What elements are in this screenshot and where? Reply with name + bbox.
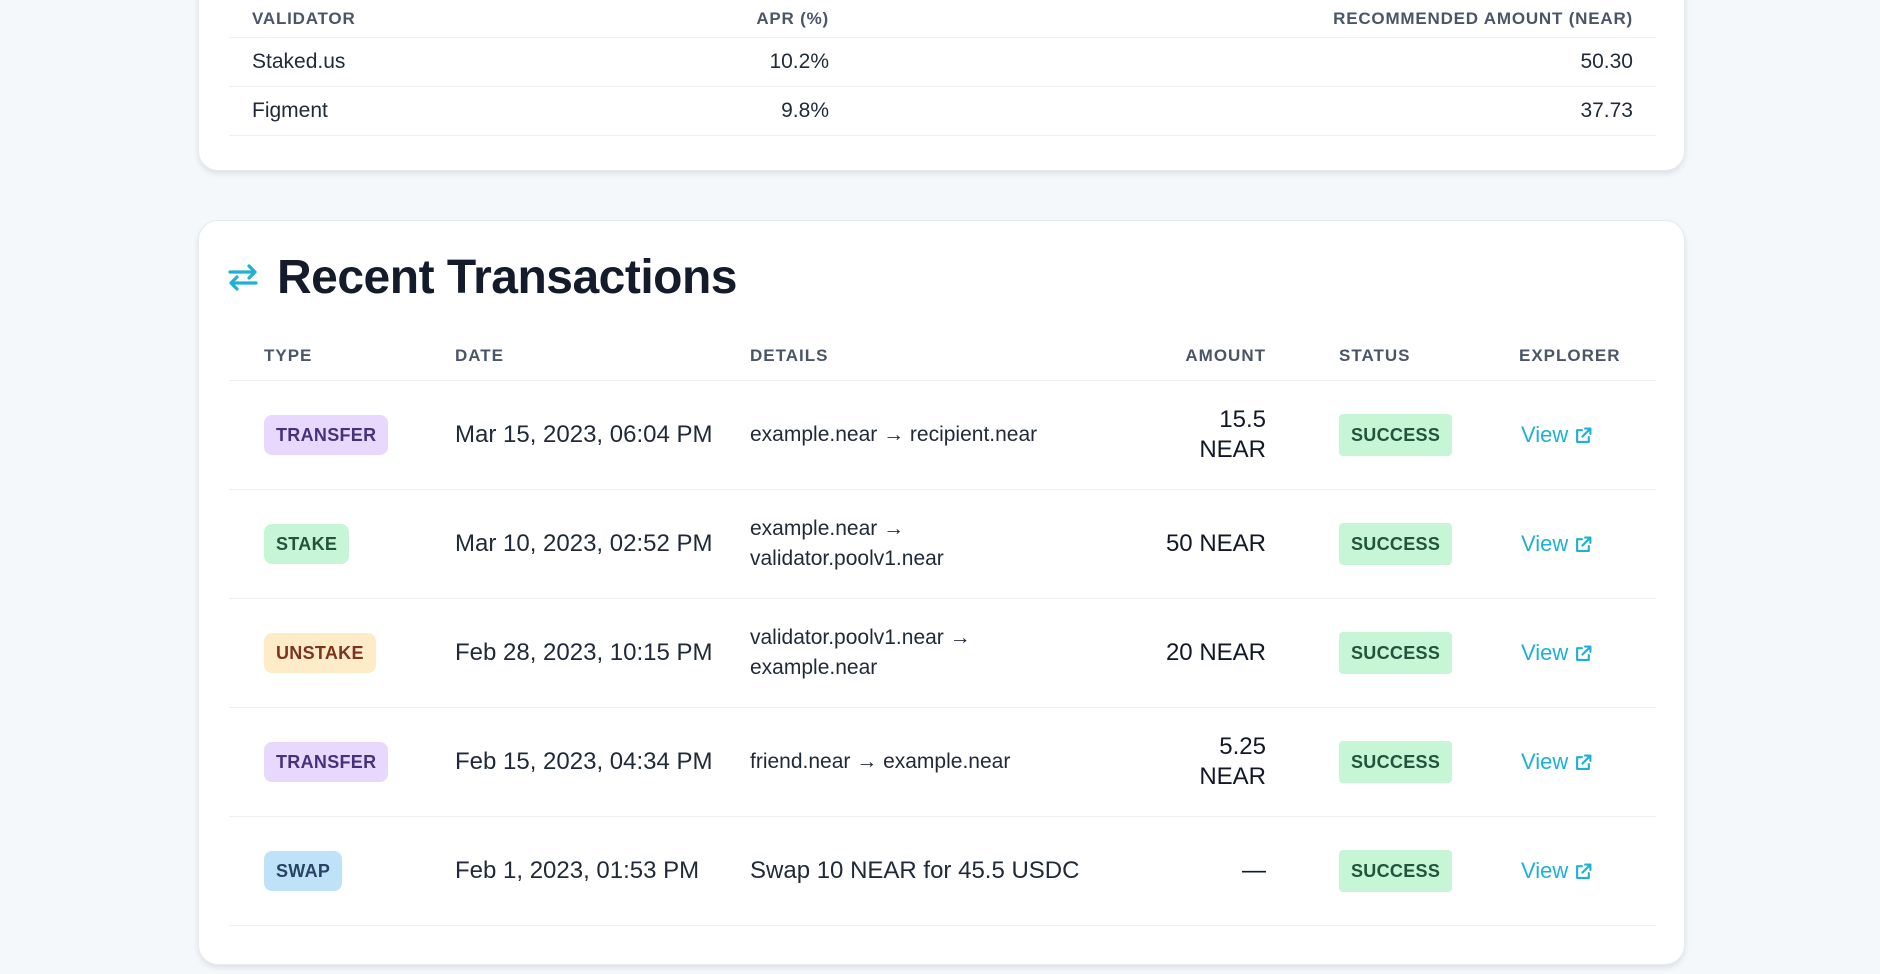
tx-date: Feb 28, 2023, 10:15 PM xyxy=(455,639,713,666)
recent-transactions-card: Recent Transactions TYPE DATE DETAILS AM… xyxy=(198,220,1685,965)
tx-date: Mar 15, 2023, 06:04 PM xyxy=(455,421,713,448)
table-row: TRANSFER Mar 15, 2023, 06:04 PM example.… xyxy=(229,381,1656,490)
status-badge: SUCCESS xyxy=(1339,414,1453,456)
arrows-exchange-icon xyxy=(227,259,263,295)
transactions-table-header: TYPE DATE DETAILS AMOUNT STATUS EXPLORER xyxy=(229,331,1656,381)
view-link-label: View xyxy=(1521,640,1569,665)
tx-date: Feb 15, 2023, 04:34 PM xyxy=(455,748,713,775)
external-link-icon xyxy=(1576,754,1592,770)
type-badge: SWAP xyxy=(264,851,343,891)
validator-apr: 9.8% xyxy=(781,99,829,122)
validator-recommendations-card: VALIDATOR APR (%) RECOMMENDED AMOUNT (NE… xyxy=(198,0,1685,171)
explorer-view-link[interactable]: View xyxy=(1521,640,1592,666)
header-details: DETAILS xyxy=(750,345,829,365)
validator-amount: 50.30 xyxy=(1580,50,1633,73)
table-row: Figment 9.8% 37.73 xyxy=(229,87,1656,136)
status-badge: SUCCESS xyxy=(1339,850,1453,892)
table-row: SWAP Feb 1, 2023, 01:53 PM Swap 10 NEAR … xyxy=(229,817,1656,926)
validator-apr: 10.2% xyxy=(769,50,829,73)
tx-amount: 20 NEAR xyxy=(1165,639,1266,666)
header-apr: APR (%) xyxy=(756,9,829,28)
table-row: TRANSFER Feb 15, 2023, 04:34 PM friend.n… xyxy=(229,708,1656,817)
status-badge: SUCCESS xyxy=(1339,632,1453,674)
explorer-view-link[interactable]: View xyxy=(1521,422,1592,448)
tx-details: example.near → recipient.near xyxy=(750,423,1038,446)
header-explorer: EXPLORER xyxy=(1519,345,1621,365)
validator-table: VALIDATOR APR (%) RECOMMENDED AMOUNT (NE… xyxy=(229,1,1656,136)
tx-amount: 5.25 NEAR xyxy=(1199,733,1266,790)
table-row: Staked.us 10.2% 50.30 xyxy=(229,38,1656,87)
type-badge: STAKE xyxy=(264,524,350,564)
external-link-icon xyxy=(1576,645,1592,661)
external-link-icon xyxy=(1576,863,1592,879)
view-link-label: View xyxy=(1521,858,1569,883)
status-badge: SUCCESS xyxy=(1339,523,1453,565)
tx-details: validator.poolv1.near → example.near xyxy=(750,626,971,679)
page-title: Recent Transactions xyxy=(277,250,738,304)
view-link-label: View xyxy=(1521,531,1569,556)
header-recommended-amount: RECOMMENDED AMOUNT (NEAR) xyxy=(1333,9,1633,28)
view-link-label: View xyxy=(1521,422,1569,447)
tx-amount: 15.5 NEAR xyxy=(1199,406,1266,463)
explorer-view-link[interactable]: View xyxy=(1521,531,1592,557)
tx-details: Swap 10 NEAR for 45.5 USDC xyxy=(750,857,1080,884)
header-status: STATUS xyxy=(1339,345,1411,365)
header-type: TYPE xyxy=(264,345,313,365)
section-header: Recent Transactions xyxy=(227,246,738,308)
type-badge: TRANSFER xyxy=(264,415,389,455)
tx-amount: 50 NEAR xyxy=(1165,530,1266,557)
table-row: UNSTAKE Feb 28, 2023, 10:15 PM validator… xyxy=(229,599,1656,708)
header-amount: AMOUNT xyxy=(1185,345,1266,365)
external-link-icon xyxy=(1576,536,1592,552)
type-badge: UNSTAKE xyxy=(264,633,376,673)
explorer-view-link[interactable]: View xyxy=(1521,858,1592,884)
tx-date: Mar 10, 2023, 02:52 PM xyxy=(455,530,713,557)
view-link-label: View xyxy=(1521,749,1569,774)
tx-details: friend.near → example.near xyxy=(750,750,1011,773)
tx-amount: — xyxy=(1242,857,1266,884)
external-link-icon xyxy=(1576,427,1592,443)
table-row: STAKE Mar 10, 2023, 02:52 PM example.nea… xyxy=(229,490,1656,599)
type-badge: TRANSFER xyxy=(264,742,389,782)
header-date: DATE xyxy=(455,345,505,365)
validator-table-header: VALIDATOR APR (%) RECOMMENDED AMOUNT (NE… xyxy=(229,1,1656,38)
tx-details: example.near → validator.poolv1.near xyxy=(750,517,944,570)
transactions-table: TYPE DATE DETAILS AMOUNT STATUS EXPLORER… xyxy=(229,331,1656,926)
tx-date: Feb 1, 2023, 01:53 PM xyxy=(455,857,700,884)
status-badge: SUCCESS xyxy=(1339,741,1453,783)
validator-amount: 37.73 xyxy=(1580,99,1633,122)
explorer-view-link[interactable]: View xyxy=(1521,749,1592,775)
